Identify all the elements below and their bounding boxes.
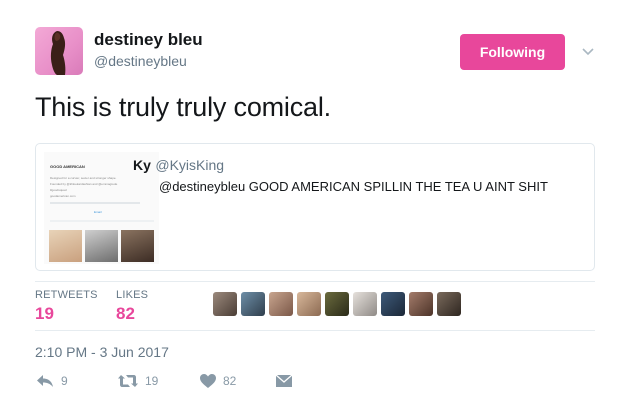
liker-avatars xyxy=(213,292,461,316)
liker-avatar[interactable] xyxy=(325,292,349,316)
author-handle[interactable]: @destineybleu xyxy=(94,53,187,69)
tweet-timestamp[interactable]: 2:10 PM - 3 Jun 2017 xyxy=(35,344,169,360)
like-action[interactable]: 82 xyxy=(199,373,236,389)
thumbnail-line: #goodsquad xyxy=(50,188,67,192)
thumbnail-photo xyxy=(85,230,118,262)
author-display-name[interactable]: destiney bleu xyxy=(94,30,203,50)
likes-count[interactable]: 82 xyxy=(116,304,135,324)
liker-avatar[interactable] xyxy=(297,292,321,316)
tweet-text: This is truly truly comical. xyxy=(35,92,331,122)
reply-count: 9 xyxy=(61,374,68,388)
thumbnail-divider xyxy=(50,202,140,204)
quoted-author-handle: @KyisKing xyxy=(155,157,225,173)
quoted-tweet-card[interactable]: GOOD AMERICAN Designed for a curvier, se… xyxy=(35,143,595,271)
thumbnail-divider xyxy=(50,220,154,222)
message-icon[interactable] xyxy=(275,373,293,389)
thumbnail-photo xyxy=(49,230,82,262)
reply-action[interactable]: 9 xyxy=(35,373,68,389)
retweet-icon[interactable] xyxy=(117,373,139,389)
retweet-action[interactable]: 19 xyxy=(117,373,158,389)
liker-avatar[interactable] xyxy=(353,292,377,316)
retweets-count[interactable]: 19 xyxy=(35,304,54,324)
quoted-tweet-author[interactable]: Ky @KyisKing xyxy=(133,157,224,175)
direct-message-action[interactable] xyxy=(275,373,293,389)
thumbnail-line: Founded by @khloekardashian and @emmagre… xyxy=(50,182,118,186)
thumbnail-line: Designed for a curvier, sexier and stron… xyxy=(50,176,117,180)
chevron-down-icon[interactable] xyxy=(580,43,596,59)
like-count: 82 xyxy=(223,374,237,388)
thumbnail-title: GOOD AMERICAN xyxy=(50,164,85,169)
liker-avatar[interactable] xyxy=(241,292,265,316)
divider xyxy=(35,281,595,282)
thumbnail-line: goodamerican.com xyxy=(50,194,76,198)
quoted-tweet-text: @destineybleu GOOD AMERICAN SPILLIN THE … xyxy=(159,179,548,194)
heart-icon[interactable] xyxy=(199,373,217,389)
following-button[interactable]: Following xyxy=(460,34,565,70)
avatar[interactable] xyxy=(35,27,83,75)
likes-label[interactable]: LIKES xyxy=(116,289,148,301)
quoted-author-name: Ky xyxy=(133,157,151,173)
reply-icon[interactable] xyxy=(35,373,55,389)
thumbnail-photo xyxy=(121,230,154,262)
liker-avatar[interactable] xyxy=(409,292,433,316)
liker-avatar[interactable] xyxy=(437,292,461,316)
thumbnail-email-link: Email xyxy=(94,210,102,214)
liker-avatar[interactable] xyxy=(381,292,405,316)
liker-avatar[interactable] xyxy=(213,292,237,316)
retweets-label[interactable]: RETWEETS xyxy=(35,289,98,301)
retweet-count: 19 xyxy=(145,374,159,388)
divider xyxy=(35,330,595,331)
liker-avatar[interactable] xyxy=(269,292,293,316)
